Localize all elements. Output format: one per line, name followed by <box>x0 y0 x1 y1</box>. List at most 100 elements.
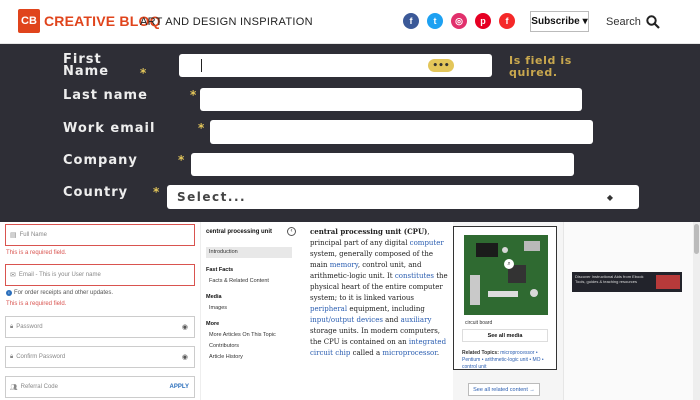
company-input[interactable] <box>191 153 574 176</box>
full-name-error: This is a required field. <box>6 250 67 256</box>
id-card-icon: ▤ <box>10 232 17 239</box>
search-button[interactable]: Search <box>606 15 660 29</box>
account-form: ▤ Full Name This is a required field. ✉ … <box>0 222 200 400</box>
email-error: This is a required field. <box>6 301 67 307</box>
ad-column: Discover Instructional Aids from Ebook T… <box>563 222 693 400</box>
facebook-icon[interactable]: f <box>403 13 419 29</box>
nav-contributors[interactable]: Contributors <box>209 343 239 349</box>
nav-more-articles[interactable]: More Articles On This Topic <box>209 332 276 338</box>
nav-heading-more: More <box>206 321 220 327</box>
site-header: CB CREATIVE BLOQ ART AND DESIGN INSPIRAT… <box>0 0 700 44</box>
see-all-media-button[interactable]: See all media <box>462 329 548 342</box>
nav-facts-related[interactable]: Facts & Related Content <box>209 278 269 284</box>
related-topics: Related Topics: microprocessor • Pentium… <box>462 350 554 371</box>
first-name-error: Is field is quired. <box>509 54 572 79</box>
logo-badge: CB <box>18 9 40 33</box>
twitter-icon[interactable]: t <box>427 13 443 29</box>
related-topics-label: Related Topics: <box>462 350 499 356</box>
link-constitutes[interactable]: constitutes <box>395 272 434 280</box>
lock-icon: 🔒︎ <box>10 353 14 360</box>
people-icon: 👥︎ <box>10 384 18 391</box>
nav-images[interactable]: Images <box>209 305 227 311</box>
link-computer[interactable]: computer <box>410 239 444 247</box>
underlying-page: ▤ Full Name This is a required field. ✉ … <box>0 222 700 400</box>
flipboard-icon[interactable]: f <box>499 13 515 29</box>
page: CB CREATIVE BLOQ ART AND DESIGN INSPIRAT… <box>0 0 700 400</box>
lock-icon: 🔒︎ <box>10 323 14 330</box>
signup-form-overlay: First Name * ••• Is field is quired. Las… <box>0 44 700 222</box>
pinterest-icon[interactable]: p <box>475 13 491 29</box>
link-auxiliary[interactable]: auxiliary <box>401 316 432 324</box>
confirm-password-field[interactable]: 🔒︎ Confirm Password ◉ <box>5 346 195 368</box>
article-text: called a <box>350 349 383 357</box>
envelope-icon: ✉ <box>10 272 16 279</box>
first-name-label: First Name <box>63 52 110 79</box>
required-marker: * <box>190 88 197 102</box>
link-microprocessor[interactable]: microprocessor <box>382 349 436 357</box>
scrollbar[interactable] <box>693 222 700 400</box>
work-email-label: Work email <box>63 121 156 136</box>
nav-article-history[interactable]: Article History <box>209 354 243 360</box>
eye-off-icon[interactable]: ◉ <box>182 353 188 361</box>
link-io-devices[interactable]: input/output devices <box>310 316 383 324</box>
warning-icon: ••• <box>428 59 454 72</box>
zoom-icon[interactable]: ⌕ <box>504 259 514 269</box>
link-peripheral[interactable]: peripheral <box>310 305 347 313</box>
apply-button[interactable]: APPLY <box>170 384 189 390</box>
collapse-icon[interactable]: ‹ <box>287 227 296 236</box>
work-email-input[interactable] <box>210 120 593 144</box>
article-figure: ⌕ circuit board See all media Related To… <box>453 226 557 370</box>
required-marker: * <box>153 185 160 199</box>
article-paragraph: central processing unit (CPU), principal… <box>310 226 450 359</box>
required-marker: * <box>178 153 185 167</box>
scrollbar-thumb[interactable] <box>694 224 699 254</box>
ad-image <box>656 275 680 289</box>
email-info: i For order receipts and other updates. <box>6 290 113 296</box>
email-placeholder: Email - This is your User name <box>18 272 101 278</box>
search-icon <box>646 15 660 29</box>
nav-heading-facts: Fast Facts <box>206 267 234 273</box>
last-name-input[interactable] <box>200 88 582 111</box>
password-placeholder: Password <box>16 324 43 330</box>
country-select[interactable]: Select... ◆ <box>167 185 639 209</box>
article-body: central processing unit (CPU), principal… <box>303 222 453 400</box>
select-arrows-icon: ◆ <box>606 193 613 202</box>
country-label: Country <box>63 185 129 200</box>
article-text: . <box>436 349 440 357</box>
ad-banner[interactable]: Discover Instructional Aids from Ebook T… <box>572 272 682 292</box>
company-label: Company <box>63 153 138 168</box>
country-select-value: Select... <box>177 190 247 204</box>
email-field[interactable]: ✉ Email - This is your User name <box>5 264 195 286</box>
info-icon: i <box>6 290 12 296</box>
search-label: Search <box>606 16 641 28</box>
full-name-placeholder: Full Name <box>19 232 47 238</box>
first-name-input[interactable]: ••• <box>179 54 492 77</box>
confirm-password-placeholder: Confirm Password <box>16 354 66 360</box>
email-info-text: For order receipts and other updates. <box>14 290 114 296</box>
article-text: equipment, including <box>347 305 425 313</box>
text-cursor <box>201 59 202 72</box>
chevron-down-icon: ▾ <box>582 16 588 27</box>
last-name-label: Last name <box>63 88 148 103</box>
link-memory[interactable]: memory <box>330 261 358 269</box>
article-nav-sidebar: central processing unit ‹ Introduction F… <box>200 222 303 400</box>
full-name-field[interactable]: ▤ Full Name <box>5 224 195 246</box>
article-text: and <box>382 316 401 324</box>
instagram-icon[interactable]: ◎ <box>451 13 467 29</box>
nav-introduction[interactable]: Introduction <box>206 247 292 258</box>
article-nav-title: central processing unit <box>206 229 273 235</box>
site-tagline: ART AND DESIGN INSPIRATION <box>140 16 313 28</box>
article-term: central processing unit (CPU) <box>310 227 428 236</box>
circuit-board-image[interactable]: ⌕ <box>464 235 548 315</box>
nav-heading-media: Media <box>206 294 222 300</box>
see-all-related-button[interactable]: See all related content → <box>468 383 540 396</box>
eye-off-icon[interactable]: ◉ <box>182 323 188 331</box>
referral-code-field[interactable]: 👥︎ Referral Code APPLY <box>5 376 195 398</box>
required-marker: * <box>140 66 147 80</box>
password-field[interactable]: 🔒︎ Password ◉ <box>5 316 195 338</box>
subscribe-button[interactable]: Subscribe ▾ <box>530 11 589 32</box>
figure-caption: circuit board <box>465 320 493 326</box>
subscribe-label: Subscribe <box>531 16 580 27</box>
referral-placeholder: Referral Code <box>20 384 58 390</box>
required-marker: * <box>198 121 205 135</box>
